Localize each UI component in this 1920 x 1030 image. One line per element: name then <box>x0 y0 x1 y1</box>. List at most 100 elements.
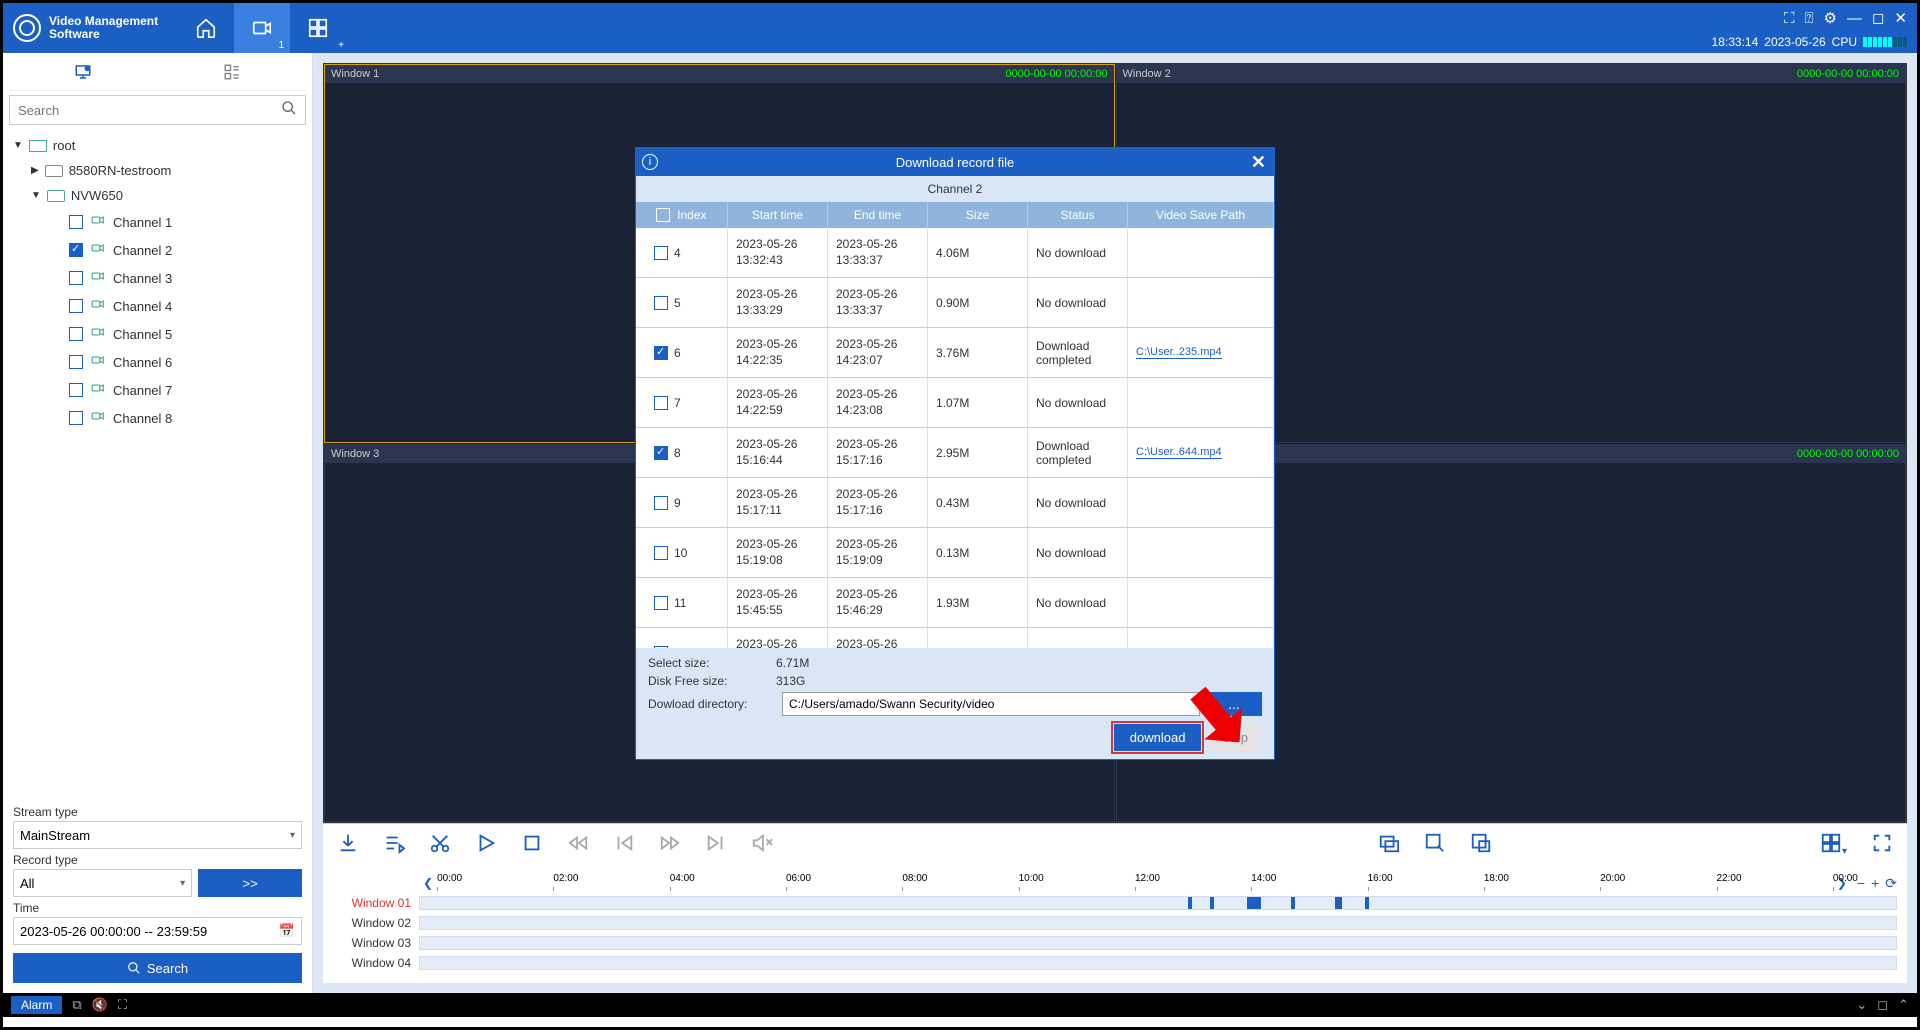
tab-multiview[interactable]: + <box>290 3 346 53</box>
select-all-checkbox[interactable] <box>656 208 670 222</box>
table-row[interactable]: 10 2023-05-26 15:19:08 2023-05-26 15:19:… <box>636 528 1274 578</box>
tree-channel[interactable]: Channel 8 <box>9 404 306 432</box>
footer-window-icon[interactable]: ⛶ <box>118 997 127 1013</box>
row-checkbox[interactable] <box>654 596 668 610</box>
window-controls-icon[interactable]: ⛶ <box>1784 10 1795 27</box>
rewind-icon[interactable] <box>567 832 589 860</box>
search-field[interactable] <box>18 103 275 118</box>
tree-device-1[interactable]: ▶ 8580RN-testroom <box>9 158 306 183</box>
file-path-link[interactable]: C:\User..644.mp4 <box>1136 446 1222 459</box>
tree-channel[interactable]: Channel 2 <box>9 236 306 264</box>
device-tab-icon[interactable] <box>73 63 93 86</box>
timeline-row[interactable]: Window 04 <box>333 953 1897 973</box>
timeline-track[interactable] <box>419 936 1897 950</box>
footer-collapse-icon[interactable]: ⌄ <box>1856 997 1867 1013</box>
tree-channel[interactable]: Channel 5 <box>9 320 306 348</box>
user-icon[interactable]: ⍰ <box>1805 10 1814 27</box>
timeline-prev-icon[interactable]: ❮ <box>419 876 437 890</box>
channel-checkbox[interactable] <box>69 271 83 285</box>
zoom-reset-icon[interactable]: ⟳ <box>1885 875 1897 892</box>
channel-checkbox[interactable] <box>69 411 83 425</box>
row-checkbox[interactable] <box>654 646 668 649</box>
camera-icon <box>89 381 107 399</box>
tree-channel[interactable]: Channel 6 <box>9 348 306 376</box>
stream-type-select[interactable]: MainStream ▾ <box>13 821 302 849</box>
table-row[interactable]: 6 2023-05-26 14:22:35 2023-05-26 14:23:0… <box>636 328 1274 378</box>
modal-table-body[interactable]: 4 2023-05-26 13:32:43 2023-05-26 13:33:3… <box>636 228 1274 648</box>
tree-root[interactable]: ▼ root <box>9 133 306 158</box>
timeline-track[interactable] <box>419 916 1897 930</box>
table-row[interactable]: 11 2023-05-26 15:45:55 2023-05-26 15:46:… <box>636 578 1274 628</box>
tab-playback[interactable]: 1 <box>234 3 290 53</box>
row-checkbox[interactable] <box>654 496 668 510</box>
close-icon[interactable]: ✕ <box>1251 152 1266 173</box>
channel-checkbox[interactable] <box>69 327 83 341</box>
time-input[interactable]: 2023-05-26 00:00:00 -- 23:59:59 📅 <box>13 917 302 945</box>
timeline-track[interactable] <box>419 956 1897 970</box>
search-icon[interactable] <box>281 100 297 121</box>
play-icon[interactable] <box>475 832 497 860</box>
table-row[interactable]: 8 2023-05-26 15:16:44 2023-05-26 15:17:1… <box>636 428 1274 478</box>
table-row[interactable]: 12 2023-05-26 15:46:19 2023-05-26 15:46:… <box>636 628 1274 648</box>
zoom-icon[interactable] <box>1424 832 1446 860</box>
fullscreen-icon[interactable] <box>1871 832 1893 860</box>
record-type-select[interactable]: All ▾ <box>13 869 192 897</box>
dir-label: Dowload directory: <box>648 697 776 711</box>
stop-icon[interactable] <box>521 832 543 860</box>
zoom-out-icon[interactable]: − <box>1857 875 1865 892</box>
timeline-tick: 12:00 <box>1135 873 1160 884</box>
channel-checkbox[interactable] <box>69 299 83 313</box>
timeline-row[interactable]: Window 02 <box>333 913 1897 933</box>
list-tab-icon[interactable] <box>222 63 242 86</box>
tree-channel[interactable]: Channel 3 <box>9 264 306 292</box>
layout-icon[interactable]: ▾ <box>1820 832 1847 860</box>
alarm-button[interactable]: Alarm <box>11 996 62 1014</box>
row-checkbox[interactable] <box>654 246 668 260</box>
channel-checkbox[interactable] <box>69 383 83 397</box>
search-button[interactable]: Search <box>13 953 302 983</box>
tree-channel[interactable]: Channel 7 <box>9 376 306 404</box>
timeline-row[interactable]: Window 03 <box>333 933 1897 953</box>
row-checkbox[interactable] <box>654 296 668 310</box>
export-icon[interactable] <box>1470 832 1492 860</box>
download-icon[interactable] <box>337 832 359 860</box>
footer-mute-icon[interactable]: 🔇 <box>92 997 108 1013</box>
tree-channel[interactable]: Channel 4 <box>9 292 306 320</box>
channel-checkbox[interactable] <box>69 243 83 257</box>
directory-input[interactable] <box>782 692 1200 716</box>
go-button[interactable]: >> <box>198 869 302 897</box>
table-row[interactable]: 7 2023-05-26 14:22:59 2023-05-26 14:23:0… <box>636 378 1274 428</box>
settings-icon[interactable]: ⚙ <box>1824 9 1837 27</box>
table-row[interactable]: 4 2023-05-26 13:32:43 2023-05-26 13:33:3… <box>636 228 1274 278</box>
channel-checkbox[interactable] <box>69 215 83 229</box>
row-checkbox[interactable] <box>654 346 668 360</box>
tree-channel[interactable]: Channel 1 <box>9 208 306 236</box>
snapshot-icon[interactable] <box>1378 832 1400 860</box>
row-checkbox[interactable] <box>654 446 668 460</box>
step-back-icon[interactable] <box>613 832 635 860</box>
step-forward-icon[interactable] <box>705 832 727 860</box>
tab-home[interactable] <box>178 3 234 53</box>
minimize-icon[interactable]: — <box>1847 10 1862 27</box>
footer-popout-icon[interactable]: ⧉ <box>72 997 81 1013</box>
file-path-link[interactable]: C:\User..235.mp4 <box>1136 346 1222 359</box>
channel-checkbox[interactable] <box>69 355 83 369</box>
footer-expand-icon[interactable]: ⌃ <box>1898 997 1909 1013</box>
timeline-ruler[interactable]: 00:0002:0004:0006:0008:0010:0012:0014:00… <box>437 873 1833 893</box>
search-input[interactable] <box>9 95 306 125</box>
table-row[interactable]: 5 2023-05-26 13:33:29 2023-05-26 13:33:3… <box>636 278 1274 328</box>
mute-icon[interactable] <box>751 832 773 860</box>
row-checkbox[interactable] <box>654 546 668 560</box>
cut-icon[interactable] <box>429 832 451 860</box>
playlist-icon[interactable] <box>383 832 405 860</box>
row-checkbox[interactable] <box>654 396 668 410</box>
table-row[interactable]: 9 2023-05-26 15:17:11 2023-05-26 15:17:1… <box>636 478 1274 528</box>
tree-device-2[interactable]: ▼ NVW650 <box>9 183 306 208</box>
maximize-icon[interactable]: ◻ <box>1872 9 1884 27</box>
footer-maximize-icon[interactable]: ◻ <box>1877 997 1888 1013</box>
fast-forward-icon[interactable] <box>659 832 681 860</box>
zoom-in-icon[interactable]: + <box>1871 875 1879 892</box>
timeline-track[interactable] <box>419 896 1897 910</box>
timeline-row[interactable]: Window 01 <box>333 893 1897 913</box>
close-window-icon[interactable]: ✕ <box>1894 9 1907 27</box>
